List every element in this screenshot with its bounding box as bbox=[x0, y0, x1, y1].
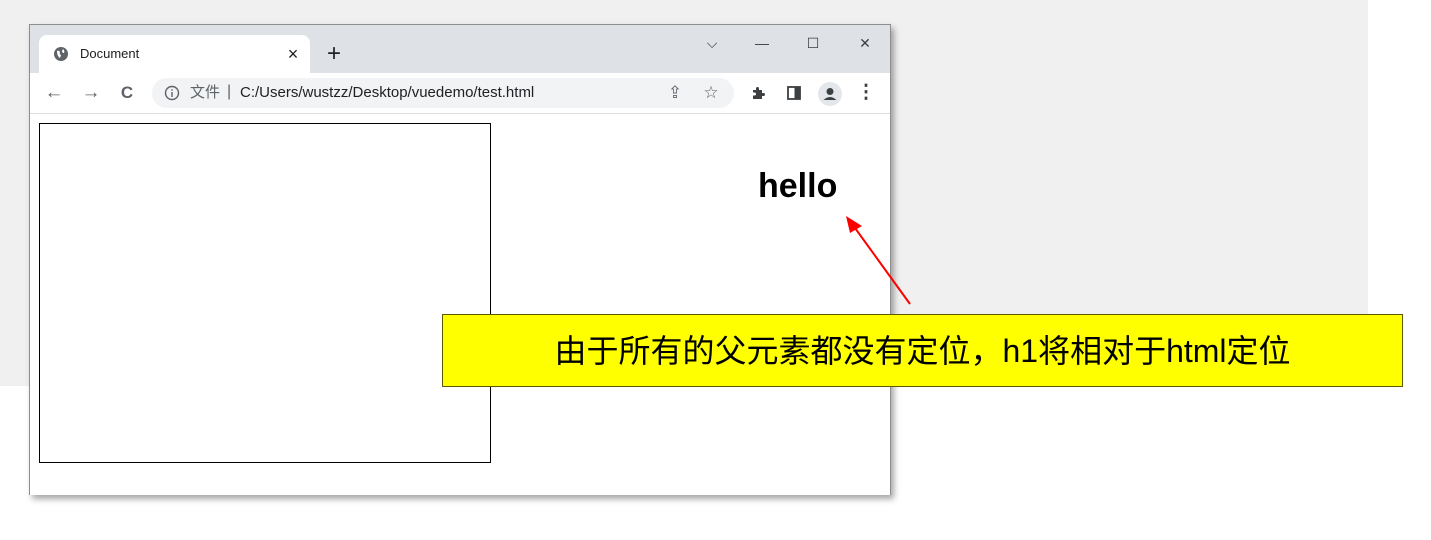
reload-button[interactable]: C bbox=[115, 81, 139, 105]
scheme-separator: | bbox=[227, 83, 232, 100]
new-tab-button[interactable]: + bbox=[322, 42, 346, 67]
puzzle-icon[interactable] bbox=[750, 85, 766, 101]
address-bar[interactable]: 文件 | C:/Users/wustzz/Desktop/vuedemo/tes… bbox=[152, 78, 734, 108]
back-button[interactable]: ← bbox=[42, 81, 66, 105]
sidepanel-icon[interactable] bbox=[786, 85, 802, 101]
maximize-button[interactable]: ☐ bbox=[801, 33, 825, 53]
info-icon[interactable] bbox=[164, 85, 180, 101]
menu-icon[interactable]: ⋮ bbox=[854, 81, 878, 105]
profile-icon[interactable] bbox=[818, 82, 842, 106]
bookmark-star-icon[interactable]: ☆ bbox=[700, 82, 722, 104]
tab-title: Document bbox=[80, 46, 140, 61]
close-window-button[interactable]: ✕ bbox=[853, 33, 877, 53]
minimize-button[interactable]: — bbox=[750, 33, 774, 53]
page-viewport: hello bbox=[30, 115, 890, 495]
tab-search-icon[interactable]: ⌵ bbox=[700, 33, 724, 53]
scheme-label: 文件 bbox=[190, 84, 221, 101]
globe-icon bbox=[54, 47, 68, 61]
url-text[interactable]: C:/Users/wustzz/Desktop/vuedemo/test.htm… bbox=[240, 85, 534, 101]
forward-button[interactable]: → bbox=[79, 81, 103, 105]
tab-strip: Document × + ⌵ — ☐ ✕ bbox=[30, 25, 890, 73]
annotation-callout: 由于所有的父元素都没有定位，h1将相对于html定位 bbox=[442, 314, 1403, 387]
annotation-text: 由于所有的父元素都没有定位，h1将相对于html定位 bbox=[554, 333, 1291, 369]
browser-toolbar: ← → C 文件 | C:/Users/wustzz/Desktop/vuede… bbox=[30, 73, 890, 114]
bordered-box bbox=[39, 123, 491, 463]
tab-document[interactable]: Document × bbox=[39, 35, 310, 73]
share-icon[interactable]: ⇪ bbox=[664, 82, 686, 104]
close-tab-icon[interactable]: × bbox=[283, 44, 303, 64]
browser-window: Document × + ⌵ — ☐ ✕ ← → C 文件 | C:/Users… bbox=[29, 24, 891, 495]
page-heading: hello bbox=[758, 167, 838, 205]
